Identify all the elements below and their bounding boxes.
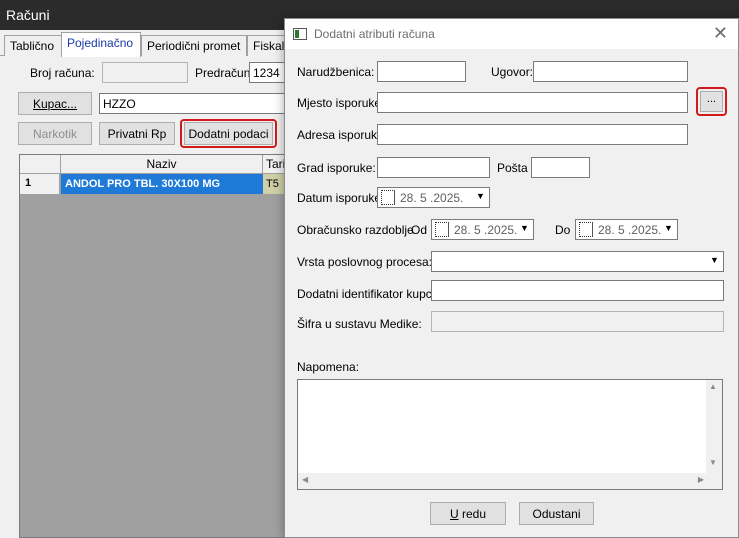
napomena-textarea[interactable]: ▲ ▼ ◀ ▶ xyxy=(297,379,723,490)
items-grid[interactable]: Naziv Tari 1 ANDOL PRO TBL. 30X100 MG T5 xyxy=(19,154,300,538)
form-icon xyxy=(293,28,307,40)
tab-tablicno[interactable]: Tablično xyxy=(4,35,62,56)
datum-isporuke-picker[interactable]: 28. 5 .2025. ▼ xyxy=(377,187,490,208)
tab-pojedinacno[interactable]: Pojedinačno xyxy=(61,32,141,57)
chevron-down-icon[interactable]: ▼ xyxy=(661,221,676,238)
scroll-down-icon[interactable]: ▼ xyxy=(709,458,717,467)
dodatni-podaci-button[interactable]: Dodatni podaci xyxy=(184,122,273,145)
narudzbenica-field[interactable] xyxy=(377,61,466,82)
predracun-label: Predračun: xyxy=(195,66,254,80)
dialog-body: Narudžbenica: Ugovor: Mjesto isporuke: .… xyxy=(285,49,738,537)
od-date-picker[interactable]: 28. 5 .2025. ▼ xyxy=(431,219,534,240)
narkotik-button[interactable]: Narkotik xyxy=(18,122,92,145)
chevron-down-icon[interactable]: ▼ xyxy=(517,221,532,238)
datum-isporuke-checkbox[interactable] xyxy=(381,190,395,205)
mjesto-isporuke-field[interactable] xyxy=(377,92,688,113)
ok-mnemonic: U xyxy=(449,507,459,521)
grid-cell-naziv[interactable]: ANDOL PRO TBL. 30X100 MG xyxy=(61,174,263,194)
kupac-button[interactable]: Kupac... xyxy=(18,92,92,115)
od-label: Od xyxy=(411,223,428,237)
do-date-checkbox[interactable] xyxy=(579,222,593,237)
tab-fiskalizacija[interactable]: Fiskaliz xyxy=(247,35,293,56)
vertical-scrollbar[interactable]: ▲ ▼ xyxy=(706,380,722,489)
posta-field[interactable] xyxy=(531,157,590,178)
adresa-isporuke-label: Adresa isporuke: xyxy=(297,128,388,142)
tab-periodicni-promet[interactable]: Periodični promet xyxy=(141,35,247,56)
adresa-isporuke-field[interactable] xyxy=(377,124,688,145)
vrsta-procesa-select[interactable]: ▼ xyxy=(431,251,724,272)
broj-racuna-label: Broj računa: xyxy=(30,66,95,80)
cancel-button[interactable]: Odustani xyxy=(519,502,594,525)
do-date-picker[interactable]: 28. 5 .2025. ▼ xyxy=(575,219,678,240)
kupac-field[interactable]: HZZO xyxy=(99,93,286,114)
scroll-up-icon[interactable]: ▲ xyxy=(709,382,717,391)
grad-isporuke-label: Grad isporuke: xyxy=(297,161,376,175)
grid-row-number[interactable]: 1 xyxy=(20,174,60,194)
ok-label: redu xyxy=(458,507,487,521)
vrsta-procesa-label: Vrsta poslovnog procesa: xyxy=(297,255,432,269)
od-date-value: 28. 5 .2025. xyxy=(454,223,518,237)
sifra-medike-label: Šifra u sustavu Medike: xyxy=(297,317,422,331)
do-label: Do xyxy=(555,223,571,237)
ok-button[interactable]: U redu xyxy=(430,502,506,525)
chevron-down-icon[interactable]: ▼ xyxy=(473,189,488,206)
privatni-rp-button[interactable]: Privatni Rp xyxy=(99,122,175,145)
close-icon[interactable]: ✕ xyxy=(713,23,728,44)
ugovor-label: Ugovor: xyxy=(491,65,534,79)
obracunsko-razdoblje-label: Obračunsko razdoblje xyxy=(297,223,414,237)
scroll-left-icon[interactable]: ◀ xyxy=(302,475,308,484)
chevron-down-icon[interactable]: ▼ xyxy=(707,253,722,270)
broj-racuna-field xyxy=(102,62,188,83)
ugovor-field[interactable] xyxy=(533,61,688,82)
identifikator-kupca-label: Dodatni identifikator kupca: xyxy=(297,287,442,301)
datum-isporuke-label: Datum isporuke: xyxy=(297,191,385,205)
predracun-field[interactable]: 1234 xyxy=(249,62,285,83)
grid-header-naziv[interactable]: Naziv xyxy=(61,155,263,174)
browse-button[interactable]: ... xyxy=(700,91,723,112)
narudzbenica-label: Narudžbenica: xyxy=(297,65,375,79)
datum-isporuke-value: 28. 5 .2025. xyxy=(400,191,464,205)
scroll-right-icon[interactable]: ▶ xyxy=(698,475,704,484)
od-date-checkbox[interactable] xyxy=(435,222,449,237)
mjesto-isporuke-label: Mjesto isporuke: xyxy=(297,96,385,110)
sifra-medike-field xyxy=(431,311,724,332)
grad-isporuke-field[interactable] xyxy=(377,157,490,178)
do-date-value: 28. 5 .2025. xyxy=(598,223,662,237)
identifikator-kupca-field[interactable] xyxy=(431,280,724,301)
dialog-titlebar: Dodatni atributi računa ✕ xyxy=(285,19,738,49)
dialog-title: Dodatni atributi računa xyxy=(314,27,435,41)
dodatni-atributi-dialog: Dodatni atributi računa ✕ Narudžbenica: … xyxy=(284,18,739,538)
napomena-label: Napomena: xyxy=(297,360,360,374)
grid-corner-header xyxy=(20,155,61,174)
horizontal-scrollbar[interactable]: ◀ ▶ xyxy=(298,473,706,489)
posta-label: Pošta xyxy=(497,161,528,175)
kupac-button-label: Kupac... xyxy=(32,97,78,111)
